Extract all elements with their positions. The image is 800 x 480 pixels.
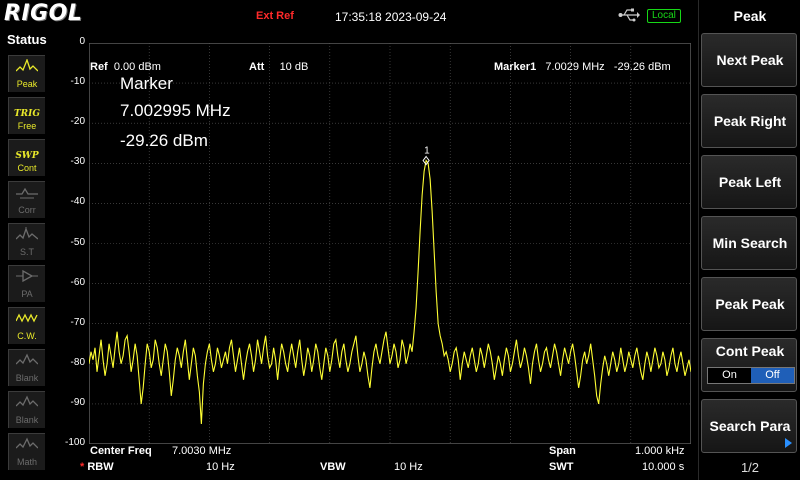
rbw-manual-star: * [80,461,85,473]
local-badge: Local [647,9,681,23]
center-freq-value[interactable]: 7.0030 MHz [172,445,231,457]
softkey-label: Peak Right [713,113,787,129]
y-tick-label: -70 [70,316,85,328]
marker-readout-amp: -29.26 dBm [120,131,208,150]
ext-ref-indicator: Ext Ref [256,10,294,22]
toggle-off-option[interactable]: Off [751,368,794,383]
peak-peak-button[interactable]: Peak Peak [701,277,797,331]
peak-right-button[interactable]: Peak Right [701,94,797,148]
softkey-label: Peak Peak [715,296,785,312]
y-tick-label: -50 [70,236,85,248]
menu-title: Peak [733,8,767,24]
span-value[interactable]: 1.000 kHz [635,445,685,457]
next-peak-button[interactable]: Next Peak [701,33,797,87]
softkey-label: Search Para [709,418,791,434]
y-tick-label: -100 [64,437,85,448]
marker-number-label: 1 [424,145,430,156]
y-tick-label: -80 [70,356,85,368]
brand-logo: RIGOL [4,1,83,26]
vbw-value[interactable]: 10 Hz [394,461,423,473]
menu-page-indicator: 1/2 [740,460,760,475]
rbw-label: RBW [87,461,114,473]
softkey-label: Peak Left [718,174,782,190]
datetime: 17:35:18 2023-09-24 [335,10,447,24]
center-freq-label: Center Freq [90,445,152,457]
vbw-label: VBW [320,461,346,473]
y-tick-label: -90 [70,396,85,408]
y-tick-label: 0 [79,36,85,47]
toggle-on-option[interactable]: On [708,368,751,383]
y-tick-label: -60 [70,276,85,288]
y-tick-label: -30 [70,156,85,168]
softkey-menu: Peak Next Peak Peak Right Peak Left Min … [698,0,800,480]
rbw-value[interactable]: 10 Hz [206,461,235,473]
peak-left-button[interactable]: Peak Left [701,155,797,209]
y-tick-label: -10 [70,76,85,88]
cont-peak-toggle[interactable]: On Off [707,367,795,384]
submenu-arrow-icon [785,438,792,448]
swt-label: SWT [549,461,574,473]
y-tick-label: -20 [70,116,85,128]
softkey-label: Min Search [712,235,788,251]
marker-readout-freq: 7.002995 MHz [120,101,231,120]
swt-value[interactable]: 10.000 s [642,461,684,473]
min-search-button[interactable]: Min Search [701,216,797,270]
cont-peak-button[interactable]: Cont Peak On Off [701,338,797,392]
search-para-button[interactable]: Search Para [701,399,797,453]
rbw-group: * RBW [80,461,114,473]
softkey-label: Cont Peak [715,343,785,359]
usb-icon [618,8,640,22]
top-bar: RIGOL Ext Ref 17:35:18 2023-09-24 Local [0,0,698,30]
marker-readout-title: Marker [120,74,173,93]
softkey-label: Next Peak [716,52,784,68]
span-label: Span [549,445,576,457]
y-tick-label: -40 [70,196,85,208]
